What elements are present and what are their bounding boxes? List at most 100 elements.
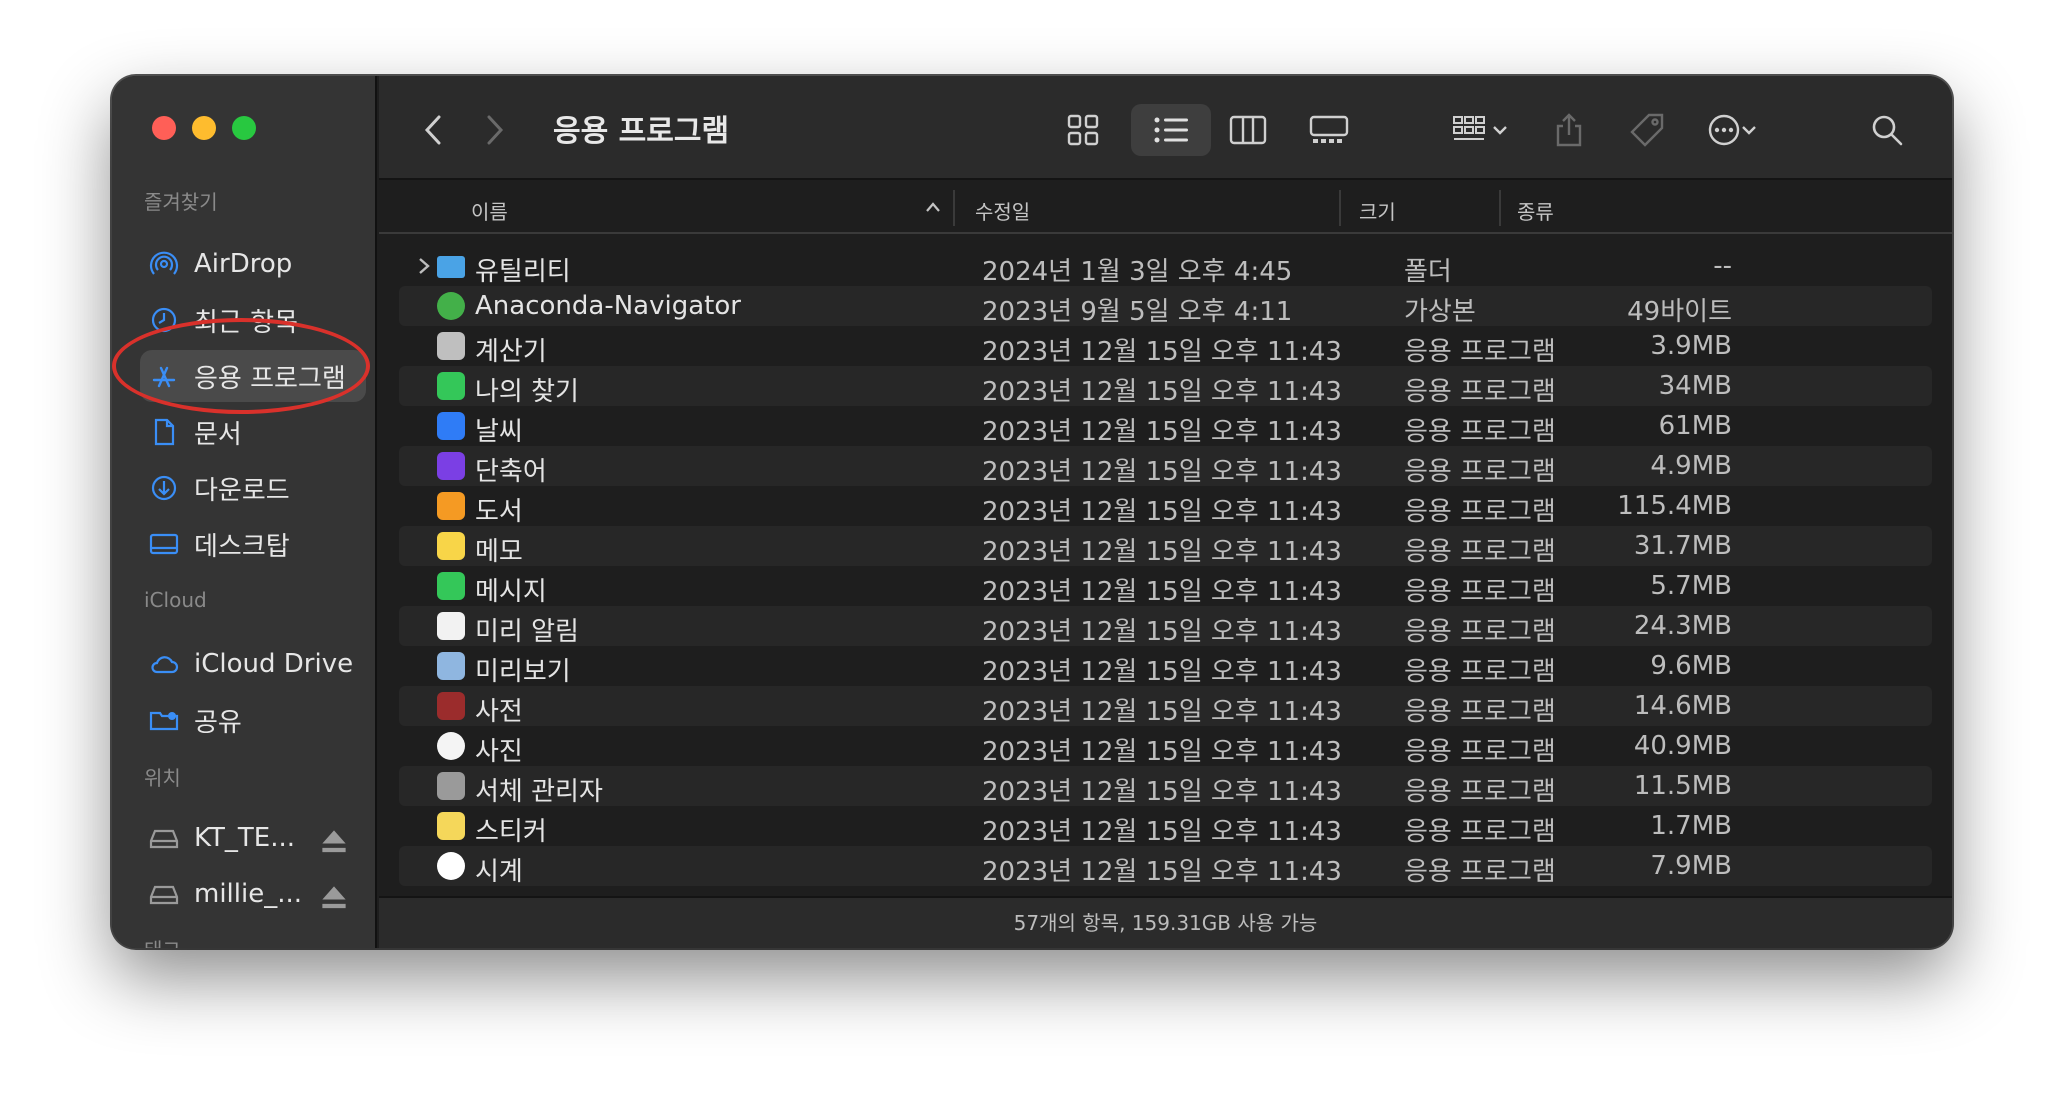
file-row[interactable]: 도서 2023년 12월 15일 오후 11:43 115.4MB 응용 프로그램: [399, 486, 1932, 527]
search-button[interactable]: [1865, 104, 1909, 156]
dictionary-icon: [437, 692, 465, 720]
file-kind: 응용 프로그램: [1404, 777, 1556, 807]
file-modified: 2024년 1월 3일 오후 4:45: [982, 257, 1293, 287]
column-header-name[interactable]: 이름: [471, 196, 508, 225]
file-kind: 응용 프로그램: [1404, 857, 1556, 887]
sidebar-item-airdrop[interactable]: AirDrop: [140, 238, 366, 290]
zoom-button[interactable]: [232, 116, 256, 140]
file-row[interactable]: 미리 알림 2023년 12월 15일 오후 11:43 24.3MB 응용 프로그램: [399, 606, 1932, 647]
tag-button[interactable]: [1623, 104, 1671, 156]
file-row[interactable]: 유틸리티 2024년 1월 3일 오후 4:45 -- 폴더: [399, 246, 1932, 287]
minimize-button[interactable]: [192, 116, 216, 140]
file-row[interactable]: 스티커 2023년 12월 15일 오후 11:43 1.7MB 응용 프로그램: [399, 806, 1932, 847]
file-kind: 가상본: [1404, 297, 1476, 327]
file-size: 49바이트: [1627, 297, 1732, 327]
list-view-button[interactable]: [1131, 104, 1211, 156]
toolbar: 응용 프로그램: [379, 76, 1952, 180]
file-modified: 2023년 12월 15일 오후 11:43: [982, 377, 1342, 407]
file-row[interactable]: 메시지 2023년 12월 15일 오후 11:43 5.7MB 응용 프로그램: [399, 566, 1932, 607]
column-separator[interactable]: [1499, 190, 1501, 226]
column-view-button[interactable]: [1219, 104, 1277, 156]
eject-icon[interactable]: [318, 882, 350, 914]
file-row[interactable]: 미리보기 2023년 12월 15일 오후 11:43 9.6MB 응용 프로그램: [399, 646, 1932, 687]
list-view-icon: [1154, 117, 1188, 143]
file-kind: 응용 프로그램: [1404, 817, 1556, 847]
file-name: 사전: [475, 697, 523, 727]
sidebar-item-icloud-drive[interactable]: iCloud Drive: [140, 638, 366, 690]
eject-icon[interactable]: [318, 826, 350, 858]
sidebar-item-documents[interactable]: 문서: [140, 406, 366, 458]
group-button[interactable]: [1441, 104, 1519, 156]
file-name: 메모: [475, 537, 523, 567]
status-bar: 57개의 항목, 159.31GB 사용 가능: [379, 896, 1952, 948]
sidebar-item-applications[interactable]: 응용 프로그램: [140, 350, 366, 402]
column-header-modified[interactable]: 수정일: [975, 196, 1030, 225]
share-button[interactable]: [1547, 104, 1591, 156]
icon-view-button[interactable]: [1054, 104, 1112, 156]
file-row[interactable]: 메모 2023년 12월 15일 오후 11:43 31.7MB 응용 프로그램: [399, 526, 1932, 567]
sort-ascending-icon[interactable]: [924, 200, 942, 214]
sidebar-item-label: 문서: [194, 419, 242, 450]
file-kind: 응용 프로그램: [1404, 537, 1556, 567]
sidebar-item-label: 응용 프로그램: [194, 363, 346, 394]
icloud-section-title: iCloud: [144, 588, 207, 612]
back-button[interactable]: [413, 104, 453, 156]
file-kind: 응용 프로그램: [1404, 657, 1556, 687]
grid-view-icon: [1067, 114, 1099, 146]
column-view-icon: [1229, 115, 1267, 145]
file-row[interactable]: 시계 2023년 12월 15일 오후 11:43 7.9MB 응용 프로그램: [399, 846, 1932, 887]
sidebar-item-drive-millie[interactable]: millie_...: [140, 868, 366, 920]
drive-icon: [149, 885, 179, 905]
file-size: 4.9MB: [1650, 451, 1732, 481]
file-row[interactable]: 서체 관리자 2023년 12월 15일 오후 11:43 11.5MB 응용 프로그…: [399, 766, 1932, 807]
column-header-size[interactable]: 크기: [1359, 196, 1396, 225]
window-controls: [152, 116, 256, 140]
file-modified: 2023년 12월 15일 오후 11:43: [982, 857, 1342, 887]
file-row[interactable]: 나의 찾기 2023년 12월 15일 오후 11:43 34MB 응용 프로그램: [399, 366, 1932, 407]
file-name: 사진: [475, 737, 523, 767]
sidebar-item-recents[interactable]: 최근 항목: [140, 294, 366, 346]
file-kind: 응용 프로그램: [1404, 417, 1556, 447]
file-modified: 2023년 12월 15일 오후 11:43: [982, 697, 1342, 727]
file-name: 단축어: [475, 457, 547, 487]
search-icon: [1872, 115, 1903, 146]
file-size: 3.9MB: [1650, 331, 1732, 361]
column-separator[interactable]: [953, 190, 955, 226]
file-row[interactable]: 날씨 2023년 12월 15일 오후 11:43 61MB 응용 프로그램: [399, 406, 1932, 447]
column-separator[interactable]: [1339, 190, 1341, 226]
file-name: 날씨: [475, 417, 523, 447]
notes-icon: [437, 532, 465, 560]
file-row[interactable]: 사진 2023년 12월 15일 오후 11:43 40.9MB 응용 프로그램: [399, 726, 1932, 767]
file-row[interactable]: 계산기 2023년 12월 15일 오후 11:43 3.9MB 응용 프로그램: [399, 326, 1932, 367]
column-header-kind[interactable]: 종류: [1517, 196, 1554, 225]
close-button[interactable]: [152, 116, 176, 140]
file-row[interactable]: 사전 2023년 12월 15일 오후 11:43 14.6MB 응용 프로그램: [399, 686, 1932, 727]
favorites-section-title: 즐겨찾기: [144, 190, 218, 214]
sidebar-item-downloads[interactable]: 다운로드: [140, 462, 366, 514]
books-icon: [437, 492, 465, 520]
file-name: 시계: [475, 857, 523, 887]
file-name: 스티커: [475, 817, 547, 847]
file-modified: 2023년 12월 15일 오후 11:43: [982, 777, 1342, 807]
file-kind: 응용 프로그램: [1404, 377, 1556, 407]
sidebar-item-shared[interactable]: 공유: [140, 694, 366, 746]
sidebar-item-label: KT_TE...: [194, 823, 296, 853]
share-icon: [1556, 113, 1582, 147]
gallery-view-button[interactable]: [1297, 104, 1361, 156]
sidebar-item-desktop[interactable]: 데스크탑: [140, 518, 366, 570]
disclosure-triangle-icon[interactable]: [417, 257, 431, 275]
file-row[interactable]: 단축어 2023년 12월 15일 오후 11:43 4.9MB 응용 프로그램: [399, 446, 1932, 487]
file-modified: 2023년 12월 15일 오후 11:43: [982, 497, 1342, 527]
file-modified: 2023년 12월 15일 오후 11:43: [982, 817, 1342, 847]
file-row[interactable]: Anaconda-Navigator 2023년 9월 5일 오후 4:11 49바…: [399, 286, 1932, 327]
file-modified: 2023년 12월 15일 오후 11:43: [982, 617, 1342, 647]
sidebar-item-label: 최근 항목: [194, 307, 298, 338]
more-actions-button[interactable]: [1697, 104, 1767, 156]
group-icon: [1453, 116, 1485, 140]
sidebar-item-drive-kt[interactable]: KT_TE...: [140, 812, 366, 864]
forward-button[interactable]: [475, 104, 515, 156]
file-kind: 응용 프로그램: [1404, 737, 1556, 767]
file-size: 31.7MB: [1633, 531, 1732, 561]
reminders-icon: [437, 612, 465, 640]
preview-icon: [437, 652, 465, 680]
